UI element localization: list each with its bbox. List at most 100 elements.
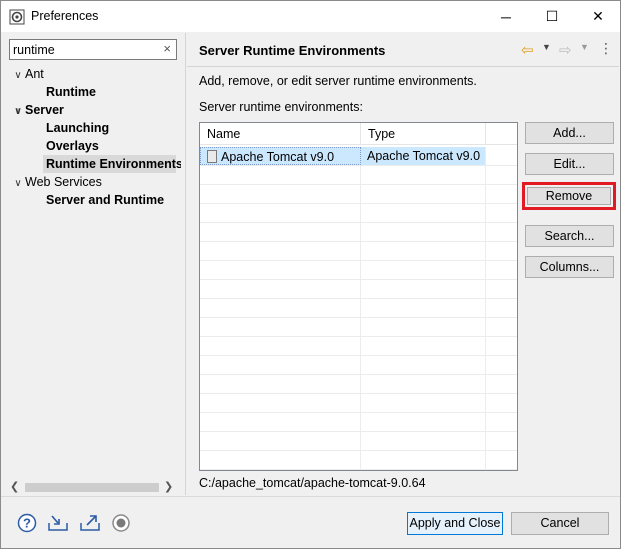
column-header-name[interactable]: Name	[200, 123, 361, 145]
empty-cell	[200, 204, 361, 222]
runtime-list-label: Server runtime environments:	[199, 100, 363, 114]
empty-cell	[361, 394, 486, 412]
table-row-empty	[200, 204, 517, 223]
empty-cell	[200, 242, 361, 260]
page-title: Server Runtime Environments	[199, 43, 386, 58]
empty-cell	[200, 280, 361, 298]
table-row-empty	[200, 242, 517, 261]
runtime-name: Apache Tomcat v9.0	[221, 150, 335, 164]
empty-cell	[200, 356, 361, 374]
empty-cell	[200, 261, 361, 279]
runtime-environments-table[interactable]: Name Type Apache Tomcat v9.0 Apache Tomc…	[199, 122, 518, 471]
runtime-location-path: C:/apache_tomcat/apache-tomcat-9.0.64	[199, 476, 426, 490]
tree-item-server[interactable]: ∨ Server	[11, 101, 64, 119]
apply-and-close-button[interactable]: Apply and Close	[407, 512, 503, 535]
filter-field[interactable]: ×	[9, 39, 177, 60]
table-row-empty	[200, 280, 517, 299]
preference-tree: ∨ Ant Runtime ∨ Server Launching Overlays …	[5, 65, 181, 477]
empty-cell	[361, 413, 486, 431]
pane-splitter[interactable]	[185, 33, 186, 495]
table-row-empty	[200, 375, 517, 394]
table-row-empty	[200, 356, 517, 375]
server-runtime-icon	[207, 150, 217, 163]
help-icon[interactable]: ?	[16, 512, 38, 534]
empty-cell	[200, 394, 361, 412]
search-button[interactable]: Search...	[525, 225, 614, 247]
empty-cell	[361, 337, 486, 355]
maximize-button[interactable]: ☐	[529, 1, 575, 32]
tree-item-ant[interactable]: ∨ Ant	[11, 65, 44, 85]
maximize-icon: ☐	[545, 8, 559, 24]
scroll-left-icon[interactable]: ❮	[10, 480, 19, 493]
edit-button[interactable]: Edit...	[525, 153, 614, 175]
tree-item-label: Web Services	[25, 175, 102, 189]
export-icon[interactable]	[79, 512, 101, 534]
table-cell-type: Apache Tomcat v9.0	[361, 147, 486, 165]
back-arrow-icon[interactable]: ⇦	[521, 41, 534, 59]
empty-cell	[361, 185, 486, 203]
tree-item-launching[interactable]: Launching	[46, 119, 109, 137]
table-row-empty	[200, 318, 517, 337]
empty-cell	[361, 223, 486, 241]
close-icon: ✕	[592, 8, 604, 24]
empty-cell	[361, 318, 486, 336]
help-icon-graphic: ?	[17, 513, 37, 533]
table-row-empty	[200, 261, 517, 280]
remove-highlight-frame: Remove	[522, 182, 616, 210]
tree-item-overlays[interactable]: Overlays	[46, 137, 99, 155]
cancel-button[interactable]: Cancel	[511, 512, 609, 535]
import-icon[interactable]	[47, 512, 69, 534]
empty-cell	[361, 166, 486, 184]
empty-cell	[200, 413, 361, 431]
empty-cell	[361, 451, 486, 469]
tree-item-label: Runtime Environments	[46, 157, 181, 171]
footer-separator	[1, 496, 620, 497]
tree-item-label: Server	[25, 103, 64, 117]
close-button[interactable]: ✕	[575, 1, 621, 32]
filter-input[interactable]	[13, 42, 153, 57]
empty-cell	[361, 204, 486, 222]
chevron-down-icon[interactable]: ∨	[11, 67, 25, 85]
scrollbar-thumb[interactable]	[25, 483, 159, 492]
add-button[interactable]: Add...	[525, 122, 614, 144]
table-row[interactable]: Apache Tomcat v9.0 Apache Tomcat v9.0	[200, 147, 517, 166]
columns-button[interactable]: Columns...	[525, 256, 614, 278]
column-header-type[interactable]: Type	[361, 123, 486, 145]
record-icon[interactable]	[110, 512, 132, 534]
empty-cell	[361, 242, 486, 260]
view-menu-icon[interactable]: ⋮	[599, 40, 613, 57]
chevron-down-icon[interactable]: ∨	[11, 103, 25, 121]
empty-cell	[200, 337, 361, 355]
back-dropdown-icon[interactable]: ▼	[542, 42, 551, 52]
empty-cell	[200, 166, 361, 184]
minimize-button[interactable]: ─	[483, 1, 529, 32]
tree-item-ant-runtime[interactable]: Runtime	[46, 83, 96, 101]
window-title: Preferences	[31, 9, 99, 23]
table-row-empty	[200, 223, 517, 242]
forward-arrow-icon[interactable]: ⇨	[559, 41, 572, 59]
table-row-empty	[200, 451, 517, 470]
tree-item-label: Server and Runtime	[46, 193, 165, 207]
title-bar: Preferences ─ ☐ ✕	[1, 1, 620, 32]
tree-horizontal-scrollbar[interactable]: ❮ ❯	[5, 479, 180, 496]
empty-cell	[200, 432, 361, 450]
tree-item-label: Ant	[25, 67, 44, 81]
chevron-down-icon[interactable]: ∨	[11, 175, 25, 193]
table-header: Name Type	[200, 123, 517, 145]
empty-cell	[361, 261, 486, 279]
eclipse-app-icon	[9, 9, 25, 25]
forward-dropdown-icon[interactable]: ▼	[580, 42, 589, 52]
empty-cell	[200, 185, 361, 203]
tree-item-runtime-environments[interactable]: Runtime Environments	[43, 155, 181, 173]
tree-item-web-services[interactable]: ∨ Web Services	[11, 173, 102, 191]
table-row-empty	[200, 432, 517, 451]
record-icon-graphic	[112, 514, 130, 532]
tree-item-server-and-runtime[interactable]: Server and Runtime	[46, 191, 164, 209]
remove-button[interactable]: Remove	[527, 187, 611, 205]
table-cell-name: Apache Tomcat v9.0	[200, 147, 361, 165]
empty-cell	[361, 280, 486, 298]
svg-text:?: ?	[23, 516, 31, 531]
scroll-right-icon[interactable]: ❯	[164, 480, 173, 493]
empty-cell	[361, 356, 486, 374]
clear-filter-icon[interactable]: ×	[163, 41, 171, 56]
